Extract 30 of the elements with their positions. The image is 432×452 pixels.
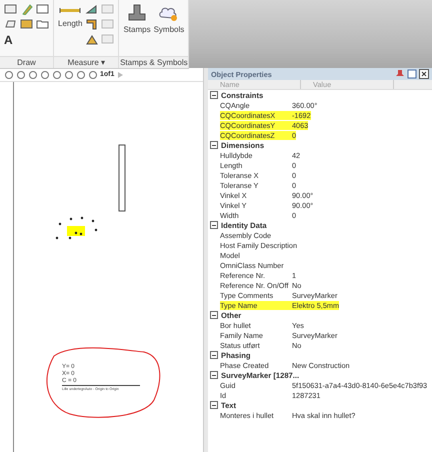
angle-icon[interactable] — [85, 33, 98, 45]
length-button[interactable]: Length — [58, 3, 82, 28]
text-tool[interactable]: A — [4, 33, 17, 47]
stamps-button[interactable]: Stamps — [123, 3, 151, 34]
collapse-toggle[interactable] — [210, 371, 218, 379]
perimeter-icon[interactable] — [85, 18, 98, 30]
shape-icon[interactable] — [4, 3, 17, 15]
caret-icon[interactable]: ▾ — [100, 58, 105, 67]
rectangle-icon[interactable] — [36, 3, 49, 15]
highlight-icon[interactable] — [20, 18, 33, 30]
collapse-toggle[interactable] — [210, 91, 218, 99]
area-icon[interactable] — [85, 3, 98, 15]
polygon-icon[interactable] — [4, 18, 17, 30]
window-icon[interactable] — [407, 69, 417, 79]
group-label: Draw — [17, 58, 36, 67]
group-label: Stamps & Symbols — [120, 58, 188, 67]
stamp-icon[interactable] — [126, 3, 148, 23]
collapse-toggle[interactable] — [210, 141, 218, 149]
highlight-mark — [67, 226, 85, 236]
survey-points-drawing — [56, 216, 98, 240]
collapse-toggle[interactable] — [210, 401, 218, 409]
collapse-toggle[interactable] — [210, 221, 218, 229]
group-label: Measure — [68, 58, 99, 67]
folder-icon[interactable] — [36, 18, 49, 30]
rectangle-shape — [118, 144, 126, 212]
symbols-button[interactable]: Symbols — [154, 3, 184, 34]
collapse-toggle[interactable] — [210, 311, 218, 319]
collapse-toggle[interactable] — [210, 351, 218, 359]
pencil-icon[interactable] — [20, 3, 33, 15]
close-icon[interactable] — [419, 69, 429, 79]
